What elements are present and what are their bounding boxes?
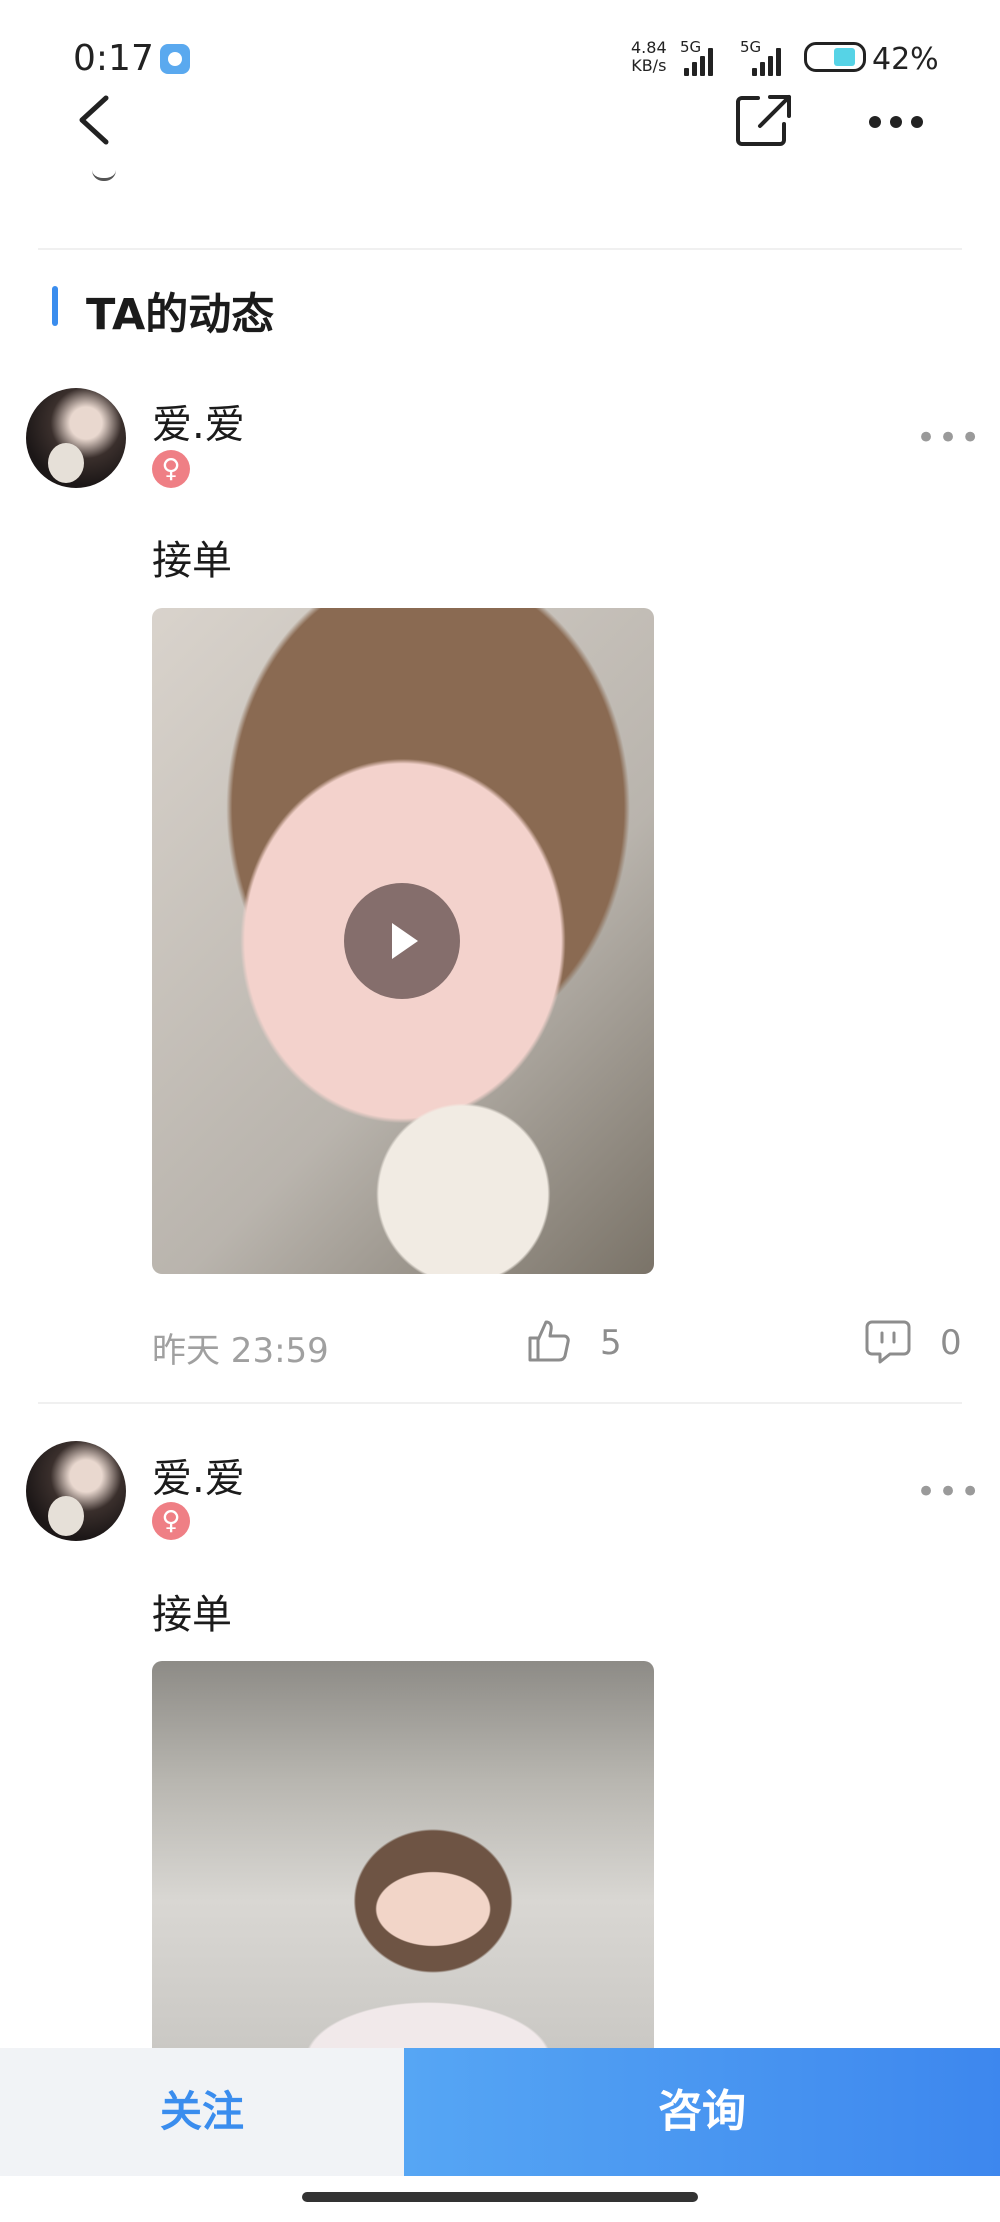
post-text: 接单 [152, 538, 232, 584]
like-count: 5 [600, 1323, 622, 1363]
status-time: 0:17 [73, 38, 154, 79]
battery-icon [804, 42, 866, 72]
battery-percent: 42% [872, 42, 939, 77]
play-icon[interactable] [344, 883, 460, 999]
share-button[interactable] [736, 94, 792, 150]
more-dots-icon [869, 116, 923, 128]
back-button[interactable] [74, 92, 114, 152]
partial-element [92, 170, 116, 181]
post-text: 接单 [152, 1592, 232, 1638]
consult-button[interactable]: 咨询 [404, 2048, 1000, 2176]
signal-bars-1-icon [684, 44, 713, 76]
like-button[interactable] [526, 1318, 572, 1368]
comment-button[interactable] [864, 1318, 912, 1370]
post-time: 昨天 23:59 [152, 1331, 329, 1371]
avatar[interactable] [26, 1441, 126, 1541]
app-notification-icon [160, 44, 190, 74]
network-speed-value: 4.84 [631, 38, 667, 57]
more-options-button[interactable] [868, 114, 924, 133]
avatar[interactable] [26, 388, 126, 488]
post-username[interactable]: 爱.爱 [152, 1446, 245, 1504]
network-speed: 4.84 KB/s [631, 39, 667, 75]
comment-icon [865, 1320, 911, 1364]
section-title: TA的动态 [86, 290, 275, 340]
gender-female-icon: ♀ [152, 450, 190, 488]
gender-female-icon: ♀ [152, 1502, 190, 1540]
post-more-button[interactable]: ••• [916, 1472, 982, 1512]
share-icon [736, 95, 791, 146]
network-speed-unit: KB/s [631, 56, 667, 75]
home-indicator[interactable] [302, 2192, 698, 2202]
section-divider [38, 248, 962, 250]
thumbs-up-icon [528, 1320, 570, 1362]
post-divider [38, 1402, 962, 1404]
comment-count: 0 [940, 1323, 962, 1363]
follow-button[interactable]: 关注 [0, 2048, 404, 2176]
post-more-button[interactable]: ••• [916, 418, 982, 458]
signal-bars-2-icon [752, 44, 781, 76]
chevron-left-icon [79, 95, 109, 145]
post-image[interactable] [152, 1661, 654, 2061]
section-marker [52, 286, 58, 326]
post-username[interactable]: 爱.爱 [152, 392, 245, 450]
